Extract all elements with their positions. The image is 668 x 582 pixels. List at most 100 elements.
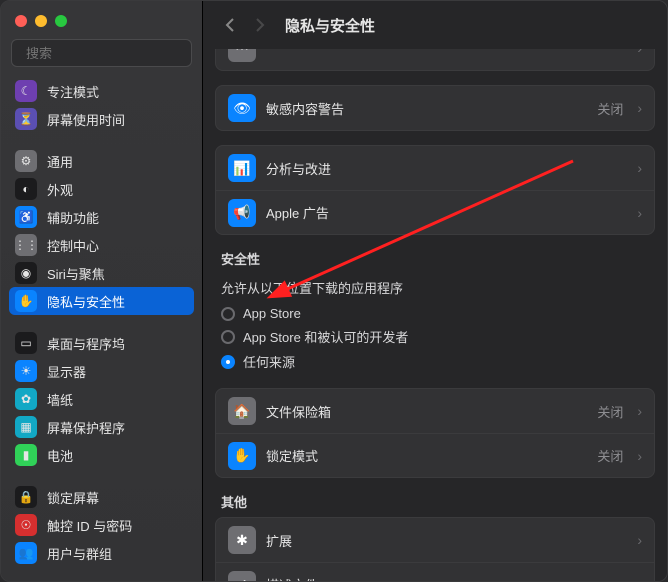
- sidebar-item-icon: ▮: [15, 444, 37, 466]
- zoom-window-button[interactable]: [55, 15, 67, 27]
- sidebar-item-icon: ☀: [15, 360, 37, 382]
- sidebar-item[interactable]: ▮ 电池: [9, 441, 194, 469]
- settings-row[interactable]: 📊分析与改进›: [216, 146, 654, 190]
- settings-group: ✱扩展›✓描述文件›: [215, 517, 655, 581]
- allow-apps-option[interactable]: App Store: [221, 303, 649, 324]
- settings-row[interactable]: 👁敏感内容警告关闭›: [216, 86, 654, 130]
- row-icon: ⋯: [228, 49, 256, 62]
- minimize-window-button[interactable]: [35, 15, 47, 27]
- settings-row[interactable]: ⋯ ›: [216, 49, 654, 70]
- allow-apps-option[interactable]: App Store 和被认可的开发者: [221, 324, 649, 349]
- sidebar-item-icon: ⋮⋮: [15, 234, 37, 256]
- sidebar-item[interactable]: ⚙ 通用: [9, 147, 194, 175]
- settings-row[interactable]: 🏠文件保险箱关闭›: [216, 389, 654, 433]
- chevron-right-icon: ›: [637, 532, 642, 548]
- row-label: Apple 广告: [266, 203, 623, 222]
- settings-row[interactable]: 📢Apple 广告›: [216, 190, 654, 234]
- sidebar-item[interactable]: ♿辅助功能: [9, 203, 194, 231]
- sidebar-item[interactable]: ✋ 隐私与安全性: [9, 287, 194, 315]
- row-icon: ✓: [228, 571, 256, 582]
- row-icon: 🏠: [228, 397, 256, 425]
- sidebar-item-label: 屏幕使用时间: [47, 110, 125, 129]
- sidebar-item-icon: ☾: [15, 80, 37, 102]
- sidebar-item[interactable]: ☉ 触控 ID 与密码: [9, 511, 194, 539]
- forward-button[interactable]: [247, 12, 273, 38]
- section-heading-security: 安全性: [221, 249, 649, 268]
- sidebar-item-icon: ✿: [15, 388, 37, 410]
- radio-icon: [221, 330, 235, 344]
- sidebar-item-icon: ☉: [15, 514, 37, 536]
- sidebar-item[interactable]: ☀ 显示器: [9, 357, 194, 385]
- chevron-right-icon: ›: [637, 100, 642, 116]
- toolbar: 隐私与安全性: [203, 1, 667, 49]
- sidebar-item-label: 锁定屏幕: [47, 488, 99, 507]
- settings-scroll[interactable]: ⋯ › 👁敏感内容警告关闭› 📊分析与改进›📢Apple 广告› 安全性 允许从…: [203, 49, 667, 581]
- settings-group: 📊分析与改进›📢Apple 广告›: [215, 145, 655, 235]
- sidebar-item-label: 桌面与程序坞: [47, 334, 125, 353]
- allow-apps-option[interactable]: 任何来源: [221, 349, 649, 374]
- sidebar-item-icon: ⚙: [15, 150, 37, 172]
- row-label: 文件保险箱: [266, 402, 587, 421]
- back-button[interactable]: [217, 12, 243, 38]
- radio-label: 任何来源: [243, 352, 295, 371]
- sidebar-item-icon: ◉: [15, 262, 37, 284]
- chevron-right-icon: ›: [637, 577, 642, 582]
- sidebar-item-label: 控制中心: [47, 236, 99, 255]
- sidebar-item-icon: ✋: [15, 290, 37, 312]
- settings-row[interactable]: ✱扩展›: [216, 518, 654, 562]
- sidebar-item-icon: 👥: [15, 542, 37, 564]
- sidebar-item-label: 触控 ID 与密码: [47, 516, 132, 535]
- settings-group: 🏠文件保险箱关闭›✋锁定模式关闭›: [215, 388, 655, 478]
- settings-row[interactable]: ✓描述文件›: [216, 562, 654, 581]
- settings-row[interactable]: ✋ 锁定模式关闭 ›: [216, 433, 654, 477]
- chevron-right-icon: ›: [637, 205, 642, 221]
- sidebar-item-icon: ▭: [15, 332, 37, 354]
- sidebar-item-icon: ♿: [15, 206, 37, 228]
- sidebar-item[interactable]: 👥 用户与群组: [9, 539, 194, 567]
- row-label: 扩展: [266, 531, 623, 550]
- row-label: 锁定模式: [266, 446, 587, 465]
- content-pane: 隐私与安全性 ⋯ › 👁敏感内容警告关闭› 📊分析与改进›📢Apple 广告› …: [203, 1, 667, 581]
- chevron-right-icon: ›: [637, 160, 642, 176]
- close-window-button[interactable]: [15, 15, 27, 27]
- sidebar-item[interactable]: ⏳ 屏幕使用时间: [9, 105, 194, 133]
- sidebar-item-label: 墙纸: [47, 390, 73, 409]
- sidebar-item-label: 通用: [47, 152, 73, 171]
- chevron-right-icon: ›: [637, 403, 642, 419]
- sidebar-item[interactable]: 🔒 锁定屏幕: [9, 483, 194, 511]
- sidebar-item-icon: ⏳: [15, 108, 37, 130]
- search-field[interactable]: [11, 39, 192, 67]
- sidebar-item[interactable]: ⋮⋮ 控制中心: [9, 231, 194, 259]
- sidebar-item[interactable]: ▦ 屏幕保护程序: [9, 413, 194, 441]
- row-label: 敏感内容警告: [266, 99, 587, 118]
- sidebar-item-label: 显示器: [47, 362, 86, 381]
- radio-label: App Store 和被认可的开发者: [243, 327, 408, 346]
- chevron-right-icon: ›: [637, 448, 642, 464]
- allow-apps-description: 允许从以下位置下载的应用程序: [221, 278, 649, 297]
- window-traffic-lights: [1, 1, 202, 37]
- radio-icon: [221, 355, 235, 369]
- row-icon: 👁: [228, 94, 256, 122]
- sidebar-item-label: Siri与聚焦: [47, 264, 105, 283]
- system-settings-window: ☾专注模式 ⏳ 屏幕使用时间 ⚙ 通用 ◐外观♿辅助功能 ⋮⋮ 控制中心 ◉ Siri与聚焦 ✋ 隐私…: [0, 0, 668, 582]
- row-status: 关闭: [597, 446, 623, 465]
- sidebar-item-icon: ◐: [15, 178, 37, 200]
- settings-group: 👁敏感内容警告关闭›: [215, 85, 655, 131]
- search-input[interactable]: [26, 46, 202, 61]
- row-icon: ✋: [228, 442, 256, 470]
- radio-icon: [221, 307, 235, 321]
- sidebar-item-icon: ▦: [15, 416, 37, 438]
- sidebar-item-label: 隐私与安全性: [47, 292, 125, 311]
- chevron-right-icon: ›: [637, 49, 642, 56]
- sidebar-item-label: 用户与群组: [47, 544, 112, 563]
- row-label: 分析与改进: [266, 159, 623, 178]
- sidebar-item-label: 屏幕保护程序: [47, 418, 125, 437]
- sidebar-item[interactable]: ✿ 墙纸: [9, 385, 194, 413]
- sidebar-item-label: 电池: [47, 446, 73, 465]
- sidebar-item-icon: 🔒: [15, 486, 37, 508]
- radio-label: App Store: [243, 306, 301, 321]
- sidebar-item[interactable]: ◐外观: [9, 175, 194, 203]
- sidebar-item[interactable]: ▭ 桌面与程序坞: [9, 329, 194, 357]
- sidebar-item[interactable]: ◉ Siri与聚焦: [9, 259, 194, 287]
- sidebar-item[interactable]: ☾专注模式: [9, 77, 194, 105]
